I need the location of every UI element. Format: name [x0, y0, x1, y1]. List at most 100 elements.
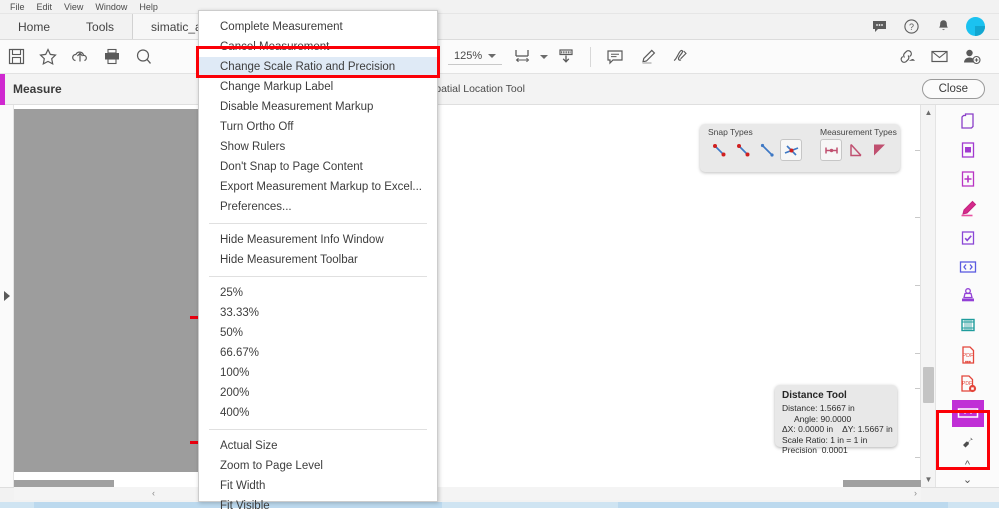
menuitem-cancel-measurement[interactable]: Cancel Measurement — [199, 37, 437, 57]
snap-types-label: Snap Types — [708, 127, 753, 137]
menuitem-change-markup-label[interactable]: Change Markup Label — [199, 77, 437, 97]
context-menu-group-4: Actual Size Zoom to Page Level Fit Width… — [199, 436, 437, 516]
close-button[interactable]: Close — [921, 79, 985, 99]
sign-icon[interactable] — [663, 43, 695, 71]
measure-context-menu[interactable]: Complete Measurement Cancel Measurement … — [198, 10, 438, 512]
menuitem-disable-measurement-markup[interactable]: Disable Measurement Markup — [199, 97, 437, 117]
fit-width-dropdown-icon[interactable] — [538, 43, 550, 71]
scale-ratio-value: 1 in = 1 in — [830, 434, 868, 445]
delta-y: ΔY: 1.5667 in — [842, 424, 893, 434]
menuitem-preferences[interactable]: Preferences... — [199, 197, 437, 217]
zoom-level-selector[interactable]: 125% — [448, 49, 503, 65]
horizontal-scroll-track[interactable] — [14, 487, 921, 500]
menuitem-zoom-50[interactable]: 50% — [199, 323, 437, 343]
chevron-up-icon[interactable]: ^ — [955, 458, 981, 473]
chevron-down-icon[interactable] — [488, 53, 497, 58]
measurement-types-label: Measurement Types — [820, 127, 897, 137]
chevron-down-icon[interactable]: ⌄ — [955, 473, 981, 488]
snap-path-icon[interactable] — [756, 139, 778, 161]
distance-tool-icon[interactable] — [820, 139, 842, 161]
navigation-pane-toggle[interactable] — [0, 105, 14, 487]
menuitem-change-scale-ratio-and-precision[interactable]: Change Scale Ratio and Precision — [199, 57, 437, 77]
menuitem-zoom-200[interactable]: 200% — [199, 383, 437, 403]
prepare-form-icon[interactable] — [952, 253, 984, 280]
avatar[interactable] — [966, 17, 985, 36]
scroll-up-icon[interactable]: ▲ — [921, 105, 936, 120]
scroll-left-icon[interactable]: ‹ — [152, 488, 155, 498]
menu-edit[interactable]: Edit — [31, 0, 59, 14]
add-user-icon[interactable] — [955, 43, 987, 71]
menuitem-dont-snap-to-page-content[interactable]: Don't Snap to Page Content — [199, 157, 437, 177]
acrobat-window: File Edit View Window Help Home Tools si… — [0, 0, 999, 512]
snap-endpoint-icon[interactable] — [708, 139, 730, 161]
tab-home[interactable]: Home — [0, 14, 68, 39]
vertical-scrollbar-thumb[interactable] — [923, 367, 934, 403]
menuitem-hide-measurement-toolbar[interactable]: Hide Measurement Toolbar — [199, 250, 437, 270]
menuitem-zoom-33[interactable]: 33.33% — [199, 303, 437, 323]
vertical-scrollbar[interactable]: ▲ ▼ — [920, 105, 935, 487]
highlighter-icon[interactable] — [952, 195, 984, 222]
horizontal-scroll-thumb-left[interactable] — [14, 480, 114, 487]
menuitem-zoom-400[interactable]: 400% — [199, 403, 437, 423]
delta-row: ΔX: 0.0000 in ΔY: 1.5667 in — [782, 424, 893, 435]
area-tool-icon[interactable] — [868, 139, 890, 161]
snap-intersection-icon[interactable] — [780, 139, 802, 161]
organize-pages-icon[interactable] — [952, 107, 984, 134]
star-icon[interactable] — [32, 43, 64, 71]
highlighter-icon[interactable] — [631, 43, 663, 71]
menuitem-hide-measurement-info-window[interactable]: Hide Measurement Info Window — [199, 230, 437, 250]
help-icon[interactable]: ? — [902, 18, 920, 36]
menu-view[interactable]: View — [58, 0, 89, 14]
rich-media-icon[interactable] — [952, 312, 984, 339]
edit-pdf-icon[interactable] — [952, 166, 984, 193]
bell-icon[interactable] — [934, 18, 952, 36]
menu-help[interactable]: Help — [133, 0, 164, 14]
menuitem-zoom-25[interactable]: 25% — [199, 283, 437, 303]
more-tools-icon[interactable] — [952, 429, 984, 456]
measure-toolbar: Measure Object Data Tool Geospatial Loca… — [0, 74, 999, 105]
context-menu-group-3: 25% 33.33% 50% 66.67% 100% 200% 400% — [199, 283, 437, 423]
search-icon[interactable] — [128, 43, 160, 71]
precision-label: Precision — [782, 445, 817, 455]
horizontal-scroll-thumb-right[interactable] — [843, 480, 921, 487]
scroll-down-icon[interactable]: ▼ — [921, 472, 936, 487]
menu-file[interactable]: File — [4, 0, 31, 14]
zoom-level-value: 125% — [454, 49, 483, 62]
snap-types-buttons — [708, 139, 802, 161]
comment-icon[interactable] — [870, 18, 888, 36]
print-icon[interactable] — [96, 43, 128, 71]
cloud-upload-icon[interactable] — [64, 43, 96, 71]
tab-tools[interactable]: Tools — [68, 14, 132, 39]
stamp-icon[interactable] — [952, 283, 984, 310]
scroll-right-icon[interactable]: › — [914, 488, 917, 498]
menu-window[interactable]: Window — [89, 0, 133, 14]
perimeter-tool-icon[interactable] — [844, 139, 866, 161]
menuitem-zoom-to-page-level[interactable]: Zoom to Page Level — [199, 456, 437, 476]
snap-midpoint-icon[interactable] — [732, 139, 754, 161]
angle-value: 90.0000 — [820, 413, 852, 424]
protect-pdf-icon[interactable]: PDF — [952, 370, 984, 397]
menuitem-fit-visible[interactable]: Fit Visible — [199, 496, 437, 516]
save-icon[interactable] — [0, 43, 32, 71]
share-link-icon[interactable] — [891, 43, 923, 71]
fill-and-sign-icon[interactable] — [952, 224, 984, 251]
menuitem-complete-measurement[interactable]: Complete Measurement — [199, 17, 437, 37]
menuitem-actual-size[interactable]: Actual Size — [199, 436, 437, 456]
scale-ratio-label: Scale Ratio: — [782, 434, 828, 445]
fit-width-icon[interactable] — [506, 43, 538, 71]
create-pdf-icon[interactable] — [952, 136, 984, 163]
menuitem-export-measurement-markup-to-excel[interactable]: Export Measurement Markup to Excel... — [199, 177, 437, 197]
document-viewport: 8.50 x 11.00 in ▲ ▼ — [0, 105, 999, 487]
mail-icon[interactable] — [923, 43, 955, 71]
menuitem-zoom-66[interactable]: 66.67% — [199, 343, 437, 363]
compress-pdf-icon[interactable]: PDF ■■■ — [952, 341, 984, 368]
horizontal-scrollbar[interactable]: ‹ › — [14, 487, 921, 500]
page-scroll-icon[interactable] — [550, 43, 582, 71]
menuitem-zoom-100[interactable]: 100% — [199, 363, 437, 383]
distance-value: 1.5667 in — [819, 403, 855, 413]
menuitem-show-rulers[interactable]: Show Rulers — [199, 137, 437, 157]
menuitem-fit-width[interactable]: Fit Width — [199, 476, 437, 496]
comment-bubble-icon[interactable] — [599, 43, 631, 71]
menuitem-turn-ortho-off[interactable]: Turn Ortho Off — [199, 117, 437, 137]
measure-icon[interactable] — [951, 399, 984, 427]
